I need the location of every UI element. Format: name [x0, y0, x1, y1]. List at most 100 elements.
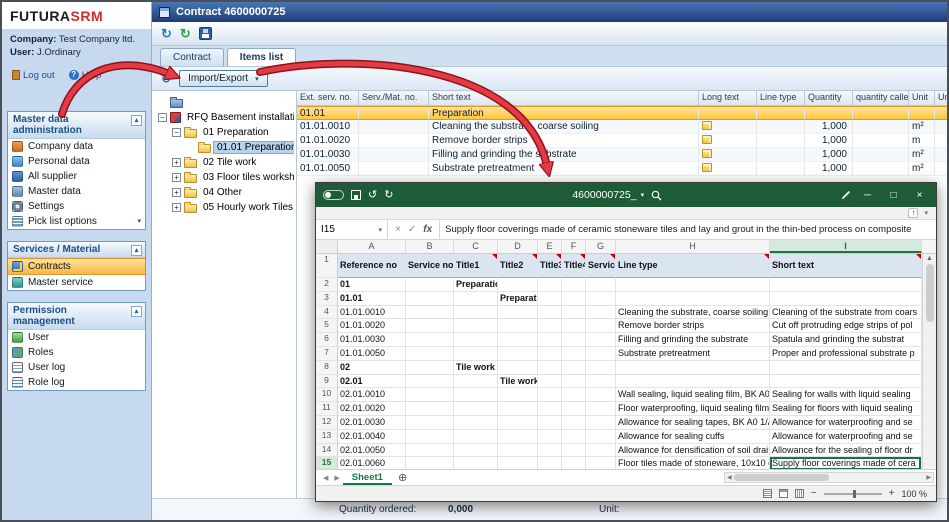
- cell-F2[interactable]: [562, 278, 586, 292]
- cell-I9[interactable]: [770, 375, 922, 389]
- table-row[interactable]: 01.01Preparation: [297, 106, 947, 120]
- cell-D2[interactable]: [498, 278, 538, 292]
- long-text-note-icon[interactable]: [702, 135, 712, 144]
- cell-F12[interactable]: [562, 416, 586, 430]
- cell-E15[interactable]: [538, 457, 562, 469]
- sheet-nav-left-icon[interactable]: ◀: [320, 474, 331, 482]
- refresh-icon[interactable]: ↻: [161, 27, 172, 40]
- ribbon-collapse-icon[interactable]: ▾: [924, 209, 928, 217]
- cell-G4[interactable]: [586, 306, 616, 320]
- cell-E7[interactable]: [538, 347, 562, 361]
- cell-H5[interactable]: Remove border strips: [616, 319, 770, 333]
- column-header-G[interactable]: G: [586, 240, 616, 253]
- help-link[interactable]: ?Help: [69, 70, 102, 81]
- sidebar-item-settings[interactable]: Settings: [8, 199, 145, 214]
- collapse-icon[interactable]: ▴: [131, 245, 142, 256]
- cell-I8[interactable]: [770, 361, 922, 375]
- table-row[interactable]: 01.01.0020Remove border strips1,000m: [297, 134, 947, 148]
- maximize-button[interactable]: □: [884, 190, 903, 201]
- sheet-nav-right-icon[interactable]: ▶: [331, 474, 342, 482]
- table-row[interactable]: 01.01.0050Substrate pretreatment1,000m²: [297, 162, 947, 176]
- cell-A12[interactable]: 02.01.0030: [338, 416, 406, 430]
- cell-E11[interactable]: [538, 402, 562, 416]
- collapse-node-icon[interactable]: −: [158, 113, 167, 122]
- cell-E12[interactable]: [538, 416, 562, 430]
- cell-B6[interactable]: [406, 333, 454, 347]
- page-layout-view-icon[interactable]: [779, 489, 788, 498]
- cell-B13[interactable]: [406, 430, 454, 444]
- cell-C13[interactable]: [454, 430, 498, 444]
- cell-B1[interactable]: Service no: [406, 254, 454, 278]
- column-header-A[interactable]: A: [338, 240, 406, 253]
- zoom-slider-thumb[interactable]: [853, 490, 856, 498]
- tree-node-01-01-preparation[interactable]: 01.01 Preparation: [154, 140, 294, 155]
- tree-node-03-floor-tiles-workshop[interactable]: +03 Floor tiles workshop: [154, 170, 294, 185]
- cell-G7[interactable]: [586, 347, 616, 361]
- cell-C6[interactable]: [454, 333, 498, 347]
- cell-A3[interactable]: 01.01: [338, 292, 406, 306]
- undo-icon[interactable]: ↺: [368, 190, 377, 201]
- row-header-7[interactable]: 7: [316, 347, 338, 361]
- cell-A2[interactable]: 01: [338, 278, 406, 292]
- cell-F1[interactable]: Title4: [562, 254, 586, 278]
- cell-B10[interactable]: [406, 388, 454, 402]
- vertical-scrollbar[interactable]: ▲: [922, 254, 936, 469]
- long-text-note-icon[interactable]: [702, 121, 712, 130]
- cell-E4[interactable]: [538, 306, 562, 320]
- cell-H11[interactable]: Floor waterproofing, liquid sealing film: [616, 402, 770, 416]
- sidebar-item-master-data[interactable]: Master data: [8, 184, 145, 199]
- excel-save-icon[interactable]: [351, 190, 361, 200]
- formula-input[interactable]: Supply floor coverings made of ceramic s…: [440, 224, 936, 235]
- column-header-E[interactable]: E: [538, 240, 562, 253]
- cell-I1[interactable]: Short text: [770, 254, 922, 278]
- expand-node-icon[interactable]: +: [172, 188, 181, 197]
- tree-node-05-hourly-work-tiles-and[interactable]: +05 Hourly work Tiles and: [154, 200, 294, 215]
- cell-F10[interactable]: [562, 388, 586, 402]
- edit-icon[interactable]: [841, 190, 851, 200]
- cell-G8[interactable]: [586, 361, 616, 375]
- column-header-short-text[interactable]: Short text: [429, 91, 699, 106]
- cell-E10[interactable]: [538, 388, 562, 402]
- cell-C11[interactable]: [454, 402, 498, 416]
- cell-D8[interactable]: [498, 361, 538, 375]
- cell-F7[interactable]: [562, 347, 586, 361]
- cell-H9[interactable]: [616, 375, 770, 389]
- table-row[interactable]: 01.01.0010Cleaning the substrate, coarse…: [297, 120, 947, 134]
- row-header-8[interactable]: 8: [316, 361, 338, 375]
- cell-I7[interactable]: Proper and professional substrate p: [770, 347, 922, 361]
- cell-G2[interactable]: [586, 278, 616, 292]
- cell-E5[interactable]: [538, 319, 562, 333]
- tree-node-04-other[interactable]: +04 Other: [154, 185, 294, 200]
- row-header-10[interactable]: 10: [316, 388, 338, 402]
- cell-C8[interactable]: Tile work: [454, 361, 498, 375]
- cell-F9[interactable]: [562, 375, 586, 389]
- long-text-note-icon[interactable]: [702, 149, 712, 158]
- cell-H12[interactable]: Allowance for sealing tapes, BK A0 1/A0: [616, 416, 770, 430]
- sidebar-item-roles[interactable]: Roles: [8, 345, 145, 360]
- cell-C7[interactable]: [454, 347, 498, 361]
- row-header-2[interactable]: 2: [316, 278, 338, 292]
- row-header-3[interactable]: 3: [316, 292, 338, 306]
- cell-C9[interactable]: [454, 375, 498, 389]
- tab-items-list[interactable]: Items list: [227, 48, 296, 66]
- cell-D12[interactable]: [498, 416, 538, 430]
- sidebar-item-personal-data[interactable]: Personal data: [8, 154, 145, 169]
- cell-F5[interactable]: [562, 319, 586, 333]
- cell-F13[interactable]: [562, 430, 586, 444]
- search-icon[interactable]: [651, 190, 662, 201]
- cell-G12[interactable]: [586, 416, 616, 430]
- cell-E9[interactable]: [538, 375, 562, 389]
- autosave-toggle[interactable]: [323, 190, 344, 200]
- cell-E14[interactable]: [538, 444, 562, 458]
- cell-I3[interactable]: [770, 292, 922, 306]
- normal-view-icon[interactable]: [763, 489, 772, 498]
- column-header-unit[interactable]: Unit: [909, 91, 935, 106]
- cell-D4[interactable]: [498, 306, 538, 320]
- cell-B2[interactable]: [406, 278, 454, 292]
- cell-I13[interactable]: Allowance for waterproofing and se: [770, 430, 922, 444]
- scroll-up-icon[interactable]: ▲: [926, 255, 933, 262]
- cell-G11[interactable]: [586, 402, 616, 416]
- cell-G5[interactable]: [586, 319, 616, 333]
- column-header-uni[interactable]: Uni: [935, 91, 947, 106]
- import-export-button[interactable]: Import/Export ▾: [179, 70, 268, 87]
